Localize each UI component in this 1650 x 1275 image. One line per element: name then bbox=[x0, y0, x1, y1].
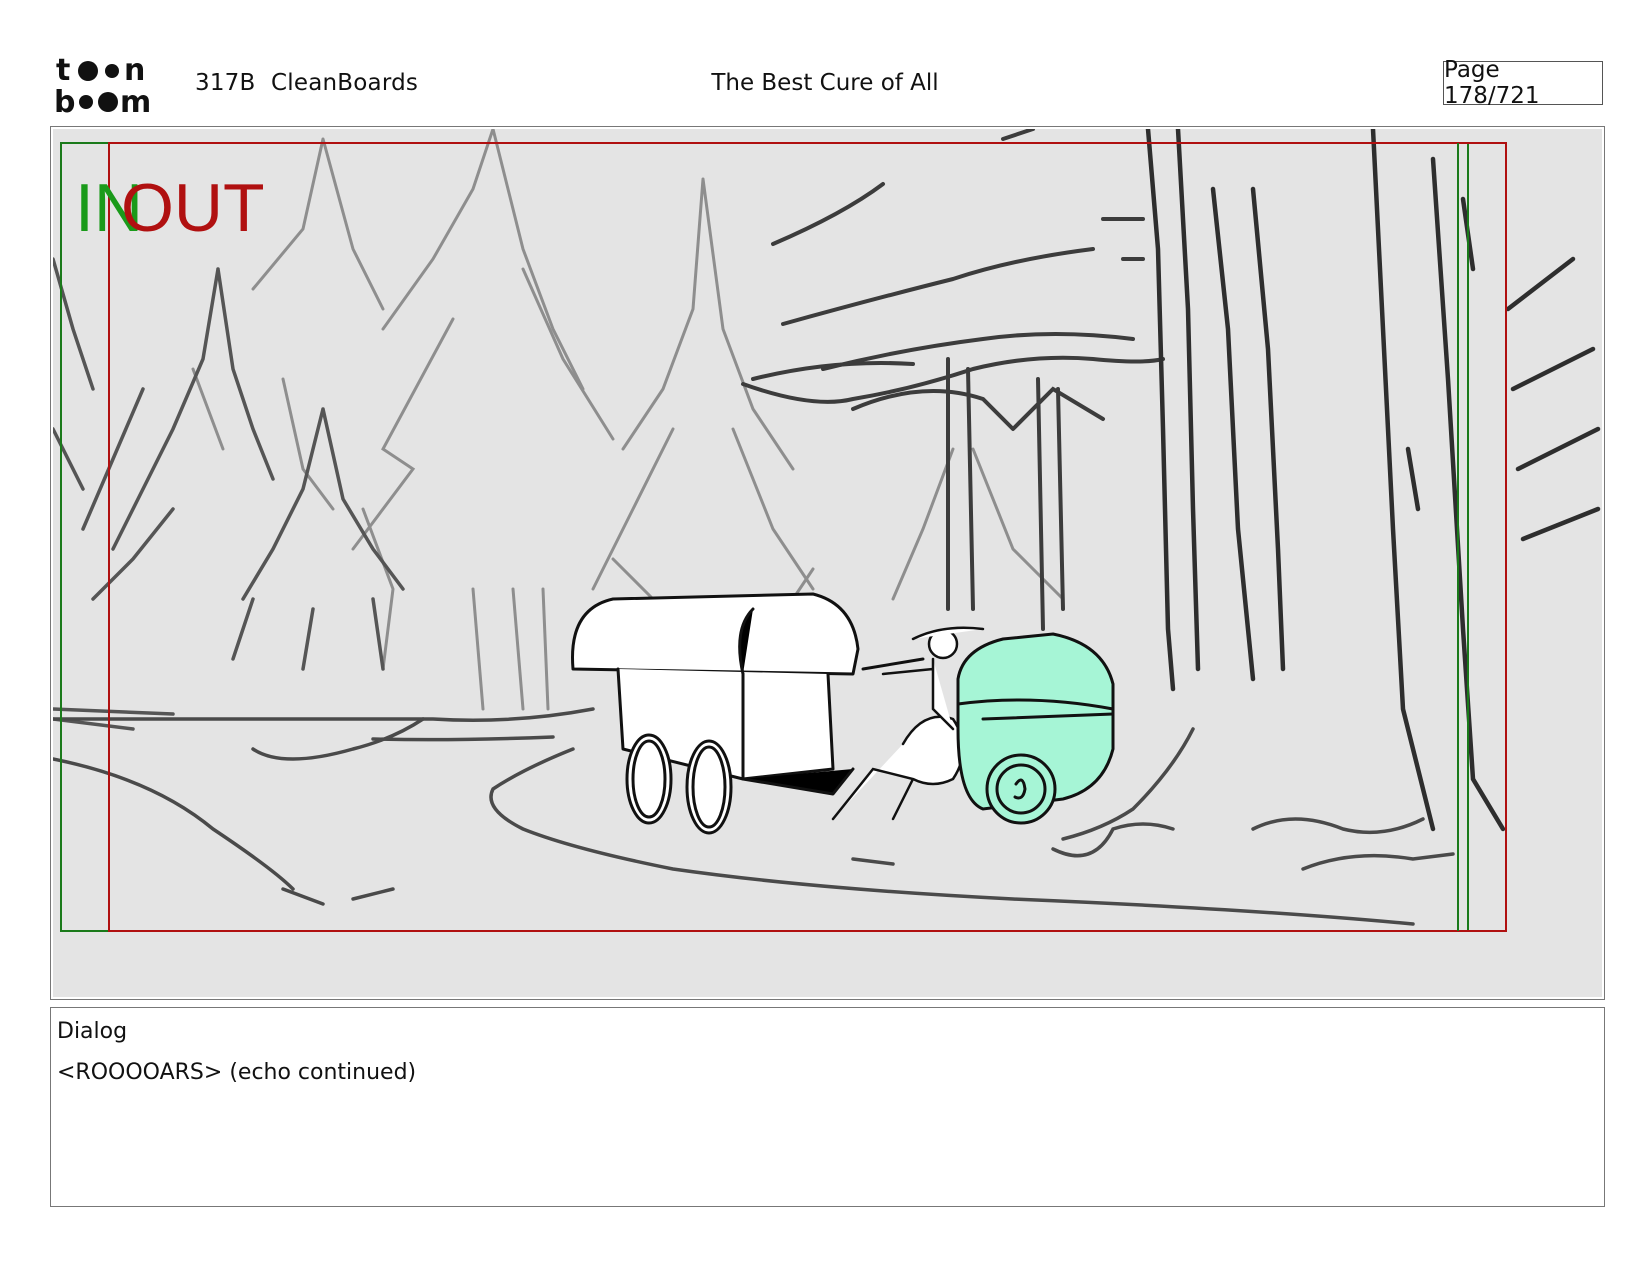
out-marker: OUT bbox=[121, 170, 265, 246]
storyboard-panel: IN OUT bbox=[50, 126, 1605, 1000]
page-indicator: Page 178/721 bbox=[1443, 57, 1603, 109]
storyboard-title: The Best Cure of All bbox=[711, 70, 939, 96]
dialog-text: <ROOOOARS> (echo continued) bbox=[57, 1060, 417, 1085]
dialog-label: Dialog bbox=[57, 1019, 128, 1044]
dialog-box: Dialog <ROOOOARS> (echo continued) bbox=[50, 1007, 1605, 1207]
panel-artwork: IN OUT bbox=[53, 129, 1602, 997]
panel-background bbox=[53, 129, 1602, 997]
